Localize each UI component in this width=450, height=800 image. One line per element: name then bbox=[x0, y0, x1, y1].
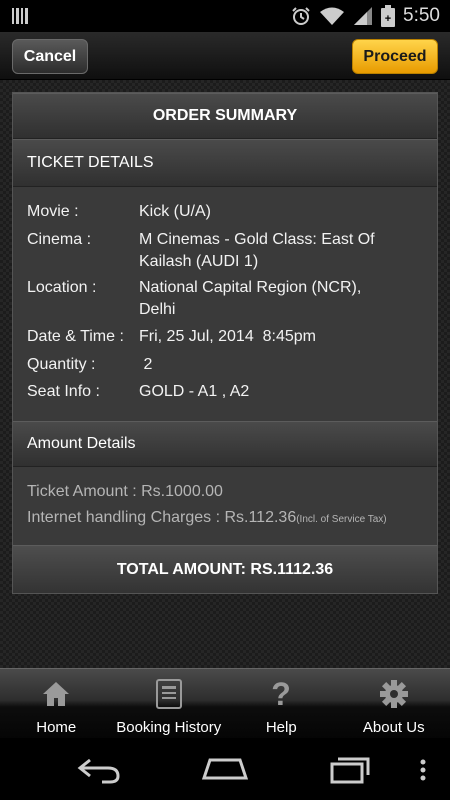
gear-icon bbox=[379, 680, 408, 708]
detail-label: Seat Info : bbox=[27, 383, 100, 400]
bottom-tab-bar: Home Booking History ? Help About Us bbox=[0, 668, 450, 738]
ticket-amount: Ticket Amount : Rs.1000.00 bbox=[27, 483, 223, 500]
system-nav-bar bbox=[0, 738, 450, 800]
battery-icon: + bbox=[381, 5, 396, 27]
content-area: ORDER SUMMARY TICKET DETAILS Movie : Kic… bbox=[0, 80, 450, 668]
booking-history-icon bbox=[155, 679, 182, 709]
home-nav-icon[interactable] bbox=[200, 752, 250, 786]
tab-about-us[interactable]: About Us bbox=[338, 669, 450, 738]
tab-home[interactable]: Home bbox=[0, 669, 113, 738]
tab-help[interactable]: ? Help bbox=[225, 669, 338, 738]
wifi-icon bbox=[320, 7, 345, 25]
alarm-icon bbox=[292, 7, 310, 25]
cancel-button[interactable]: Cancel bbox=[12, 39, 88, 74]
detail-label: Location : bbox=[27, 279, 97, 296]
detail-label: Movie : bbox=[27, 203, 79, 220]
action-bar: Cancel Proceed bbox=[0, 32, 450, 80]
detail-value: Fri, 25 Jul, 2014 8:45pm bbox=[139, 328, 316, 345]
handling-note: (Incl. of Service Tax) bbox=[296, 514, 387, 525]
detail-value: 2 bbox=[139, 356, 153, 373]
amount-details-header: Amount Details bbox=[13, 421, 437, 467]
detail-value: Kick (U/A) bbox=[139, 203, 211, 220]
ticket-details-header: TICKET DETAILS bbox=[13, 139, 437, 187]
svg-text:+: + bbox=[385, 13, 391, 25]
status-left bbox=[10, 7, 30, 25]
handling-charges-line: Internet handling Charges : Rs.112.36(In… bbox=[27, 509, 387, 527]
tab-label: About Us bbox=[362, 719, 425, 736]
tab-booking-history[interactable]: Booking History bbox=[113, 669, 226, 738]
detail-value: M Cinemas - Gold Class: East Of Kailash … bbox=[139, 231, 375, 270]
detail-label: Date & Time : bbox=[27, 328, 124, 345]
status-bar: + 5:50 bbox=[0, 0, 450, 32]
status-right: + 5:50 bbox=[291, 5, 440, 27]
svg-text:?: ? bbox=[271, 678, 291, 710]
detail-label: Quantity : bbox=[27, 356, 96, 373]
detail-value: National Capital Region (NCR), Delhi bbox=[139, 279, 362, 318]
tab-label: Booking History bbox=[116, 719, 222, 736]
order-summary-card: ORDER SUMMARY TICKET DETAILS Movie : Kic… bbox=[12, 92, 438, 594]
proceed-button[interactable]: Proceed bbox=[352, 39, 438, 74]
recents-icon[interactable] bbox=[328, 752, 374, 786]
total-amount: TOTAL AMOUNT: RS.1112.36 bbox=[13, 545, 437, 593]
back-icon[interactable] bbox=[76, 752, 124, 786]
signal-icon bbox=[354, 7, 373, 25]
tab-label: Help bbox=[265, 719, 297, 736]
barcode-icon bbox=[12, 8, 28, 24]
clock: 5:50 bbox=[403, 5, 440, 26]
detail-value: GOLD - A1 , A2 bbox=[139, 383, 250, 400]
order-summary-title: ORDER SUMMARY bbox=[13, 93, 437, 139]
tab-label: Home bbox=[36, 719, 77, 736]
detail-label: Cinema : bbox=[27, 231, 92, 248]
menu-icon[interactable] bbox=[418, 752, 428, 786]
help-icon: ? bbox=[271, 678, 291, 710]
handling-charges: Internet handling Charges : Rs.112.36 bbox=[27, 509, 297, 526]
home-icon bbox=[43, 682, 70, 706]
